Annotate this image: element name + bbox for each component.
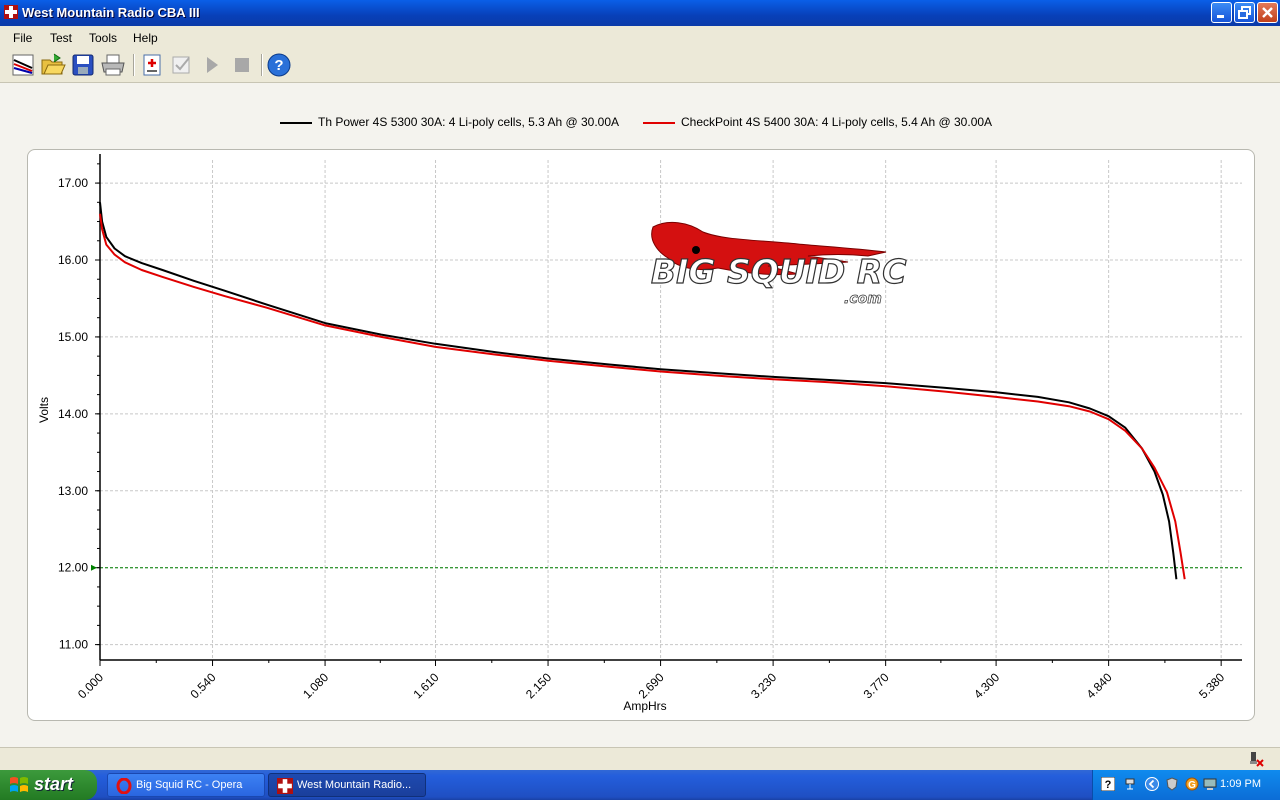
menu-bar: File Test Tools Help	[0, 26, 1280, 48]
close-icon	[1262, 7, 1273, 18]
minimize-icon	[1217, 15, 1224, 18]
checkmark-icon[interactable]	[169, 52, 195, 78]
taskbar: start Big Squid RC - Opera West Mountain…	[0, 770, 1280, 800]
minimize-button[interactable]	[1211, 2, 1232, 23]
discharge-chart: 17.00 16.00 15.00 14.00 13.00 12.00 11.00 0.000…	[37, 154, 1242, 713]
y-tick-label: 16.00	[58, 253, 88, 267]
app-icon	[4, 5, 18, 19]
task-label: West Mountain Radio...	[297, 779, 412, 791]
new-test-icon[interactable]	[10, 52, 36, 78]
task-opera[interactable]: Big Squid RC - Opera	[107, 773, 265, 797]
x-tick-label: 5.380	[1196, 670, 1227, 701]
monitor-icon[interactable]	[1203, 777, 1217, 791]
svg-text:.com: .com	[844, 291, 882, 307]
chart-panel: 17.00 16.00 15.00 14.00 13.00 12.00 11.00 0.000…	[27, 149, 1255, 721]
windows-logo-icon	[10, 777, 28, 792]
svg-text:G: G	[1188, 780, 1196, 791]
y-tick-label: 15.00	[58, 330, 88, 344]
x-tick-label: 2.150	[523, 670, 554, 701]
clock: 1:09 PM	[1220, 778, 1261, 790]
x-tick-label: 3.770	[861, 670, 892, 701]
y-tick-label: 11.00	[59, 638, 88, 652]
legend-swatch	[643, 122, 675, 124]
system-tray: ? G 1:09 PM	[1092, 770, 1280, 800]
print-icon[interactable]	[100, 52, 126, 78]
svg-text:BIG SQUID RC: BIG SQUID RC	[651, 252, 906, 291]
security-icon[interactable]	[1165, 777, 1179, 791]
menu-test[interactable]: Test	[50, 31, 72, 45]
open-folder-icon[interactable]	[40, 52, 66, 78]
x-tick-label: 1.080	[300, 670, 331, 701]
help-icon[interactable]: ?	[266, 52, 292, 78]
svg-text:?: ?	[1105, 779, 1112, 791]
y-tick-label: 13.00	[58, 484, 88, 498]
google-icon[interactable]: G	[1185, 777, 1199, 791]
y-tick-label: 14.00	[58, 407, 88, 421]
restore-icon	[1238, 6, 1251, 19]
legend-label: Th Power 4S 5300 30A: 4 Li-poly cells, 5…	[318, 115, 620, 129]
chevron-left-icon[interactable]	[1145, 777, 1159, 791]
app-icon	[277, 778, 293, 794]
menu-tools[interactable]: Tools	[89, 31, 117, 45]
chart-area: Th Power 4S 5300 30A: 4 Li-poly cells, 5…	[0, 83, 1280, 747]
help-tray-icon[interactable]: ?	[1101, 777, 1115, 791]
stop-icon[interactable]	[229, 52, 255, 78]
svg-text:?: ?	[274, 57, 283, 74]
play-icon[interactable]	[199, 52, 225, 78]
task-west-mountain-radio[interactable]: West Mountain Radio...	[268, 773, 426, 797]
menu-help[interactable]: Help	[133, 31, 158, 45]
series-line-2	[99, 213, 1186, 580]
toolbar: ?	[0, 48, 1280, 83]
x-tick-label: 2.690	[636, 670, 667, 701]
y-tick-label: 17.00	[58, 176, 88, 190]
save-icon[interactable]	[70, 52, 96, 78]
opera-icon	[116, 778, 132, 794]
legend-label: CheckPoint 4S 5400 30A: 4 Li-poly cells,…	[681, 115, 993, 129]
x-tick-label: 1.610	[411, 670, 442, 701]
x-tick-label: 4.840	[1084, 670, 1115, 701]
x-tick-label: 0.000	[75, 670, 106, 701]
x-tick-label: 0.540	[188, 670, 219, 701]
y-axis-label: Volts	[37, 397, 51, 423]
x-axis-label: AmpHrs	[623, 699, 666, 713]
legend-swatch	[280, 122, 312, 124]
restore-button[interactable]	[1234, 2, 1255, 23]
big-squid-rc-watermark: BIG SQUID RC .com	[650, 221, 907, 307]
toolbar-separator	[261, 54, 263, 76]
cutoff-marker	[91, 564, 97, 571]
close-button[interactable]	[1257, 2, 1278, 23]
x-tick-label: 3.230	[748, 670, 779, 701]
start-button[interactable]: start	[0, 770, 97, 800]
menu-file[interactable]: File	[13, 31, 32, 45]
start-label: start	[34, 774, 74, 794]
toolbar-separator	[133, 54, 135, 76]
window-title: West Mountain Radio CBA III	[22, 5, 200, 20]
status-bar	[0, 747, 1280, 770]
series-line-1	[99, 202, 1178, 580]
y-tick-label: 12.00	[58, 561, 88, 575]
title-bar[interactable]: West Mountain Radio CBA III	[0, 0, 1280, 26]
task-label: Big Squid RC - Opera	[136, 779, 243, 791]
add-test-icon[interactable]	[139, 52, 165, 78]
x-tick-label: 4.300	[971, 670, 1002, 701]
disconnect-icon	[1250, 752, 1264, 767]
network-icon[interactable]	[1123, 777, 1137, 791]
